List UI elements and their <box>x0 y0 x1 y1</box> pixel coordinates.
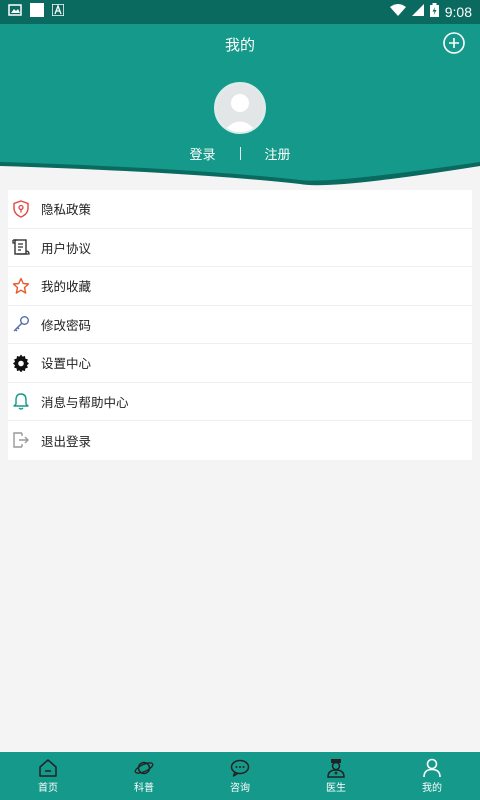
menu-item-logout[interactable]: 退出登录 <box>8 421 472 460</box>
auth-row: 登录 注册 <box>0 144 480 163</box>
menu-item-label: 修改密码 <box>41 317 92 333</box>
bottom-nav: 首页 科普 咨询 医生 我的 <box>0 752 480 800</box>
menu-item-user-agreement[interactable]: 用户协议 <box>8 229 472 267</box>
key-icon <box>12 315 30 333</box>
menu-item-messages-help[interactable]: 消息与帮助中心 <box>8 383 472 421</box>
planet-icon <box>134 758 154 778</box>
menu-item-label: 消息与帮助中心 <box>41 394 129 410</box>
star-icon <box>12 277 30 295</box>
shield-icon <box>12 200 30 218</box>
menu-item-label: 隐私政策 <box>41 202 92 218</box>
avatar[interactable] <box>214 82 266 134</box>
home-icon <box>38 758 58 778</box>
menu-item-privacy-policy[interactable]: 隐私政策 <box>8 190 472 229</box>
nav-item-consult[interactable]: 咨询 <box>192 752 288 800</box>
profile-header: 我的 登录 注册 <box>0 24 480 196</box>
menu-item-settings[interactable]: 设置中心 <box>8 344 472 383</box>
square-icon <box>30 3 44 21</box>
a-icon <box>51 3 65 20</box>
nav-item-doctor[interactable]: 医生 <box>288 752 384 800</box>
nav-item-home[interactable]: 首页 <box>0 752 96 800</box>
login-link[interactable]: 登录 <box>189 144 215 163</box>
page-title: 我的 <box>224 36 255 54</box>
nav-label: 医生 <box>326 783 346 794</box>
add-button[interactable] <box>442 31 466 55</box>
menu-item-change-password[interactable]: 修改密码 <box>8 306 472 344</box>
menu-item-label: 我的收藏 <box>41 279 92 295</box>
document-icon <box>12 238 30 256</box>
menu-item-label: 退出登录 <box>41 433 92 449</box>
status-bar: 9:08 <box>0 0 480 24</box>
register-link[interactable]: 注册 <box>265 144 291 163</box>
bell-icon <box>12 392 30 410</box>
nav-label: 咨询 <box>230 783 250 794</box>
clock: 9:08 <box>444 4 472 20</box>
nav-label: 科普 <box>134 783 154 794</box>
chat-icon <box>230 758 250 778</box>
wifi-icon <box>389 4 406 20</box>
menu-item-label: 用户协议 <box>41 240 92 256</box>
nav-item-science[interactable]: 科普 <box>96 752 192 800</box>
nav-item-mine[interactable]: 我的 <box>384 752 480 800</box>
gear-icon <box>12 354 30 372</box>
logout-icon <box>12 431 30 449</box>
user-icon <box>422 758 442 778</box>
doctor-icon <box>326 758 346 778</box>
nav-label: 首页 <box>38 783 58 794</box>
menu-item-favorites[interactable]: 我的收藏 <box>8 267 472 306</box>
plus-circle-icon <box>443 32 465 54</box>
nav-label: 我的 <box>422 783 442 794</box>
menu-list: 隐私政策 用户协议 我的收藏 修改密码 设置中心 消息与帮助中心 退出登录 <box>8 190 472 460</box>
image-icon <box>8 4 22 20</box>
battery-icon <box>429 3 439 21</box>
auth-divider <box>239 147 241 160</box>
default-avatar-icon <box>216 84 264 132</box>
signal-icon <box>411 4 424 20</box>
menu-item-label: 设置中心 <box>41 356 92 372</box>
